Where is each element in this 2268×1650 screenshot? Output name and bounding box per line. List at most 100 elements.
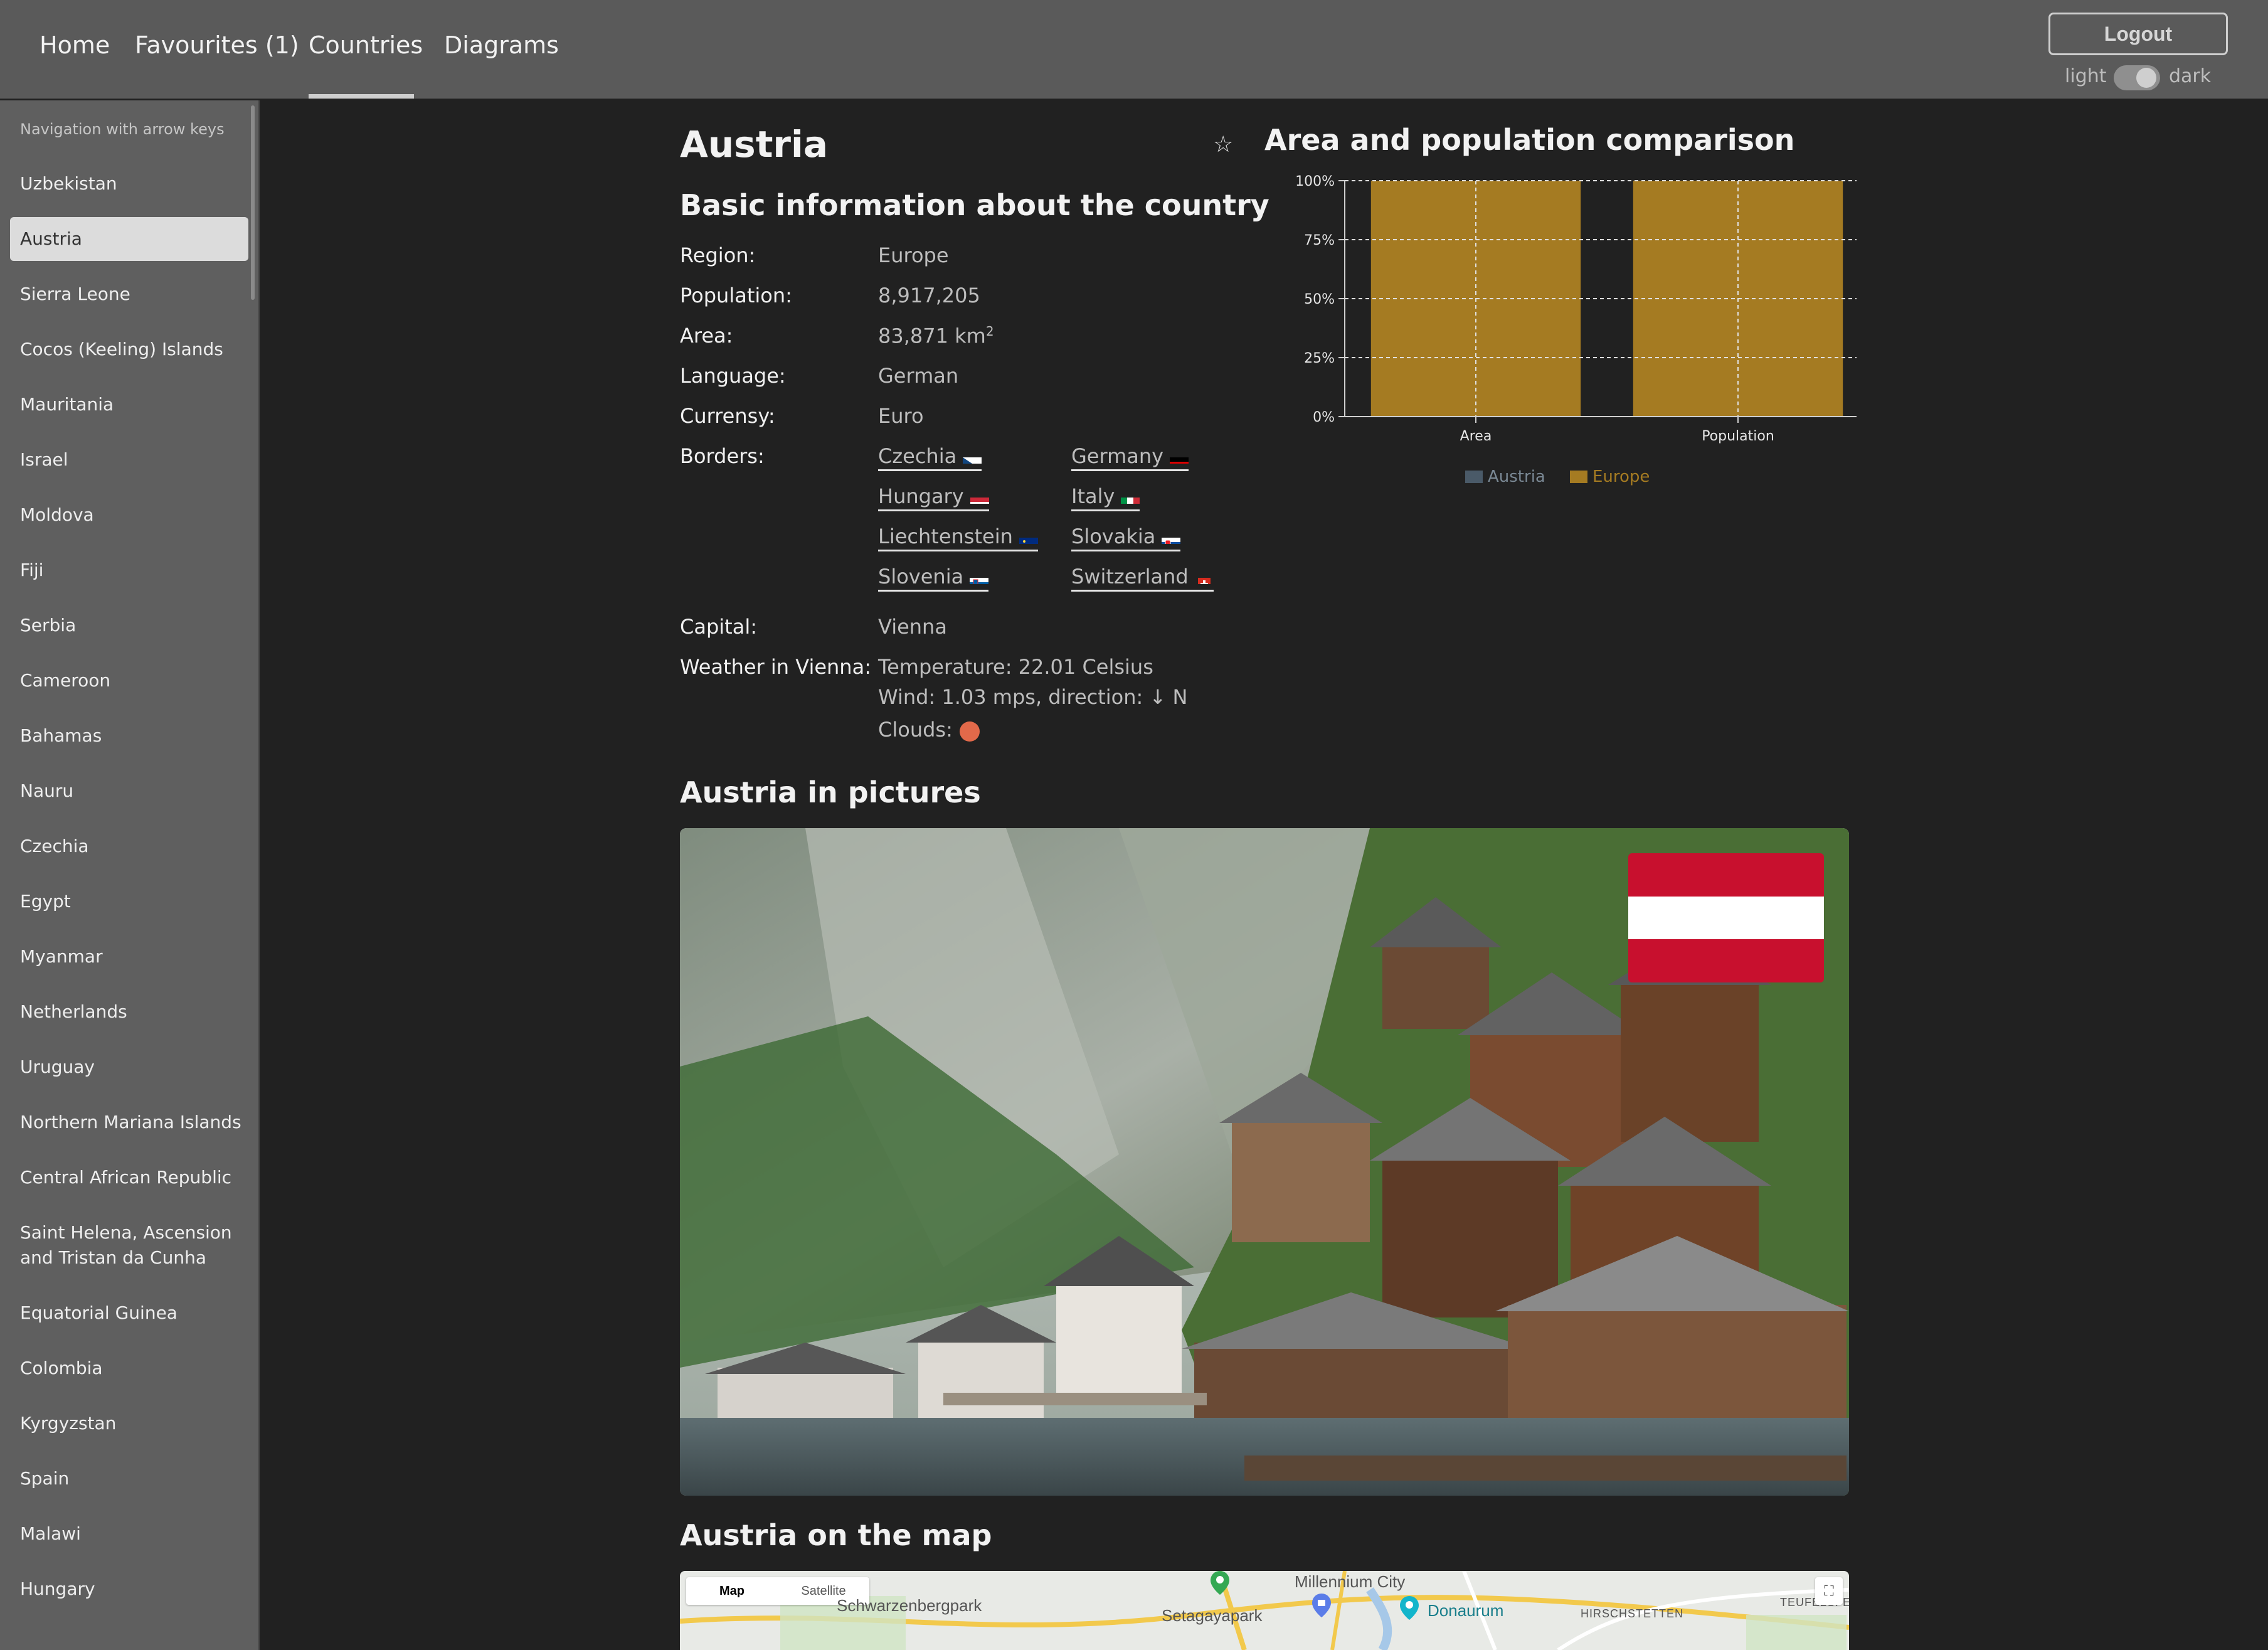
border-link-czechia[interactable]: Czechia (878, 444, 982, 471)
chart-legend-label: Austria (1488, 467, 1545, 486)
hungary-flag-icon (970, 491, 989, 504)
attraction-pin-icon[interactable] (1400, 1596, 1419, 1620)
sidebar-item-austria[interactable]: Austria (10, 217, 248, 261)
border-link-liechtenstein[interactable]: Liechtenstein (878, 524, 1038, 551)
sidebar-item-colombia[interactable]: Colombia (10, 1346, 248, 1390)
austria-flag-image (1628, 853, 1824, 982)
area-value: 83,871 km2 (878, 324, 994, 348)
map-label: Donaurum (1428, 1601, 1504, 1620)
basic-info-heading: Basic information about the country (680, 188, 1269, 222)
chart-y-tick-label: 50% (1304, 292, 1335, 307)
sidebar-item-equatorial-guinea[interactable]: Equatorial Guinea (10, 1291, 248, 1335)
chart-y-tick-label: 0% (1313, 410, 1335, 425)
sidebar-item-egypt[interactable]: Egypt (10, 880, 248, 923)
border-link-slovenia[interactable]: Slovenia (878, 565, 989, 592)
capital-value: Vienna (878, 615, 947, 639)
language-label: Language: (680, 364, 786, 388)
map-label: Schwarzenbergpark (837, 1596, 982, 1615)
map-label: Setagayapark (1162, 1606, 1263, 1625)
map-label: HIRSCHSTETTEN (1581, 1607, 1684, 1620)
sidebar-item-hungary[interactable]: Hungary (10, 1567, 248, 1611)
sidebar-hint: Navigation with arrow keys (20, 120, 225, 138)
border-link-germany[interactable]: Germany (1071, 444, 1189, 471)
sidebar-item-cameroon[interactable]: Cameroon (10, 659, 248, 703)
sidebar-item-nauru[interactable]: Nauru (10, 769, 248, 813)
border-link-italy[interactable]: Italy (1071, 484, 1140, 511)
country-map[interactable]: Map Satellite Schwarzenbergpark Setagaya… (680, 1571, 1849, 1650)
sidebar-item-northern-mariana-islands[interactable]: Northern Mariana Islands (10, 1100, 248, 1144)
borders-label: Borders: (680, 444, 765, 468)
tab-favourites[interactable]: Favourites (1) (135, 31, 299, 59)
sidebar-item-czechia[interactable]: Czechia (10, 824, 248, 868)
region-label: Region: (680, 243, 756, 267)
clouds-indicator-icon (960, 721, 980, 742)
sidebar-item-sierra-leone[interactable]: Sierra Leone (10, 272, 248, 316)
liechtenstein-flag-icon (1019, 531, 1038, 544)
switzerland-flag-icon (1195, 572, 1214, 584)
chart-x-tick-label: Area (1460, 428, 1492, 444)
logout-button[interactable]: Logout (2048, 13, 2228, 55)
border-name: Slovakia (1071, 524, 1156, 548)
currency-label: Currensy: (680, 404, 775, 428)
sidebar-item-spain[interactable]: Spain (10, 1457, 248, 1501)
chart-legend-label: Europe (1592, 467, 1650, 486)
sidebar-item-saint-helena-ascension-and-tristan-da-cunha[interactable]: Saint Helena, Ascension and Tristan da C… (10, 1211, 248, 1280)
sidebar-item-central-african-republic[interactable]: Central African Republic (10, 1156, 248, 1200)
sidebar-item-fiji[interactable]: Fiji (10, 548, 248, 592)
top-navbar: Home Favourites (1) Countries Diagrams L… (0, 0, 2268, 99)
slovenia-flag-icon (970, 572, 989, 584)
fullscreen-icon[interactable]: ⛶ (1815, 1577, 1843, 1605)
chart-y-tick-label: 25% (1304, 351, 1335, 366)
sidebar-item-cocos-keeling-islands[interactable]: Cocos (Keeling) Islands (10, 327, 248, 371)
weather-clouds-label: Clouds: (878, 718, 953, 742)
theme-light-label: light (2065, 65, 2107, 87)
slovakia-flag-icon (1162, 531, 1181, 544)
border-name: Germany (1071, 444, 1164, 468)
sidebar-item-mauritania[interactable]: Mauritania (10, 383, 248, 427)
tab-home[interactable]: Home (40, 31, 110, 59)
sidebar-item-kyrgyzstan[interactable]: Kyrgyzstan (10, 1402, 248, 1445)
population-value: 8,917,205 (878, 284, 980, 307)
tab-diagrams[interactable]: Diagrams (444, 31, 559, 59)
map-type-map-button[interactable]: Map (686, 1577, 778, 1605)
map-heading: Austria on the map (680, 1518, 992, 1552)
chart-legend-swatch (1465, 471, 1483, 483)
italy-flag-icon (1121, 491, 1140, 504)
theme-dark-label: dark (2169, 65, 2212, 87)
chart-legend-swatch (1570, 471, 1587, 483)
chart-y-tick-label: 100% (1295, 174, 1335, 189)
map-label: Millennium City (1295, 1572, 1406, 1591)
sidebar-item-netherlands[interactable]: Netherlands (10, 990, 248, 1034)
sidebar-item-uzbekistan[interactable]: Uzbekistan (10, 162, 248, 206)
weather-temperature: Temperature: 22.01 Celsius (878, 655, 1153, 679)
shopping-pin-icon[interactable] (1312, 1594, 1331, 1617)
sidebar-item-israel[interactable]: Israel (10, 438, 248, 482)
map-pin-icon[interactable] (1211, 1571, 1229, 1595)
region-value: Europe (878, 243, 949, 267)
tab-countries[interactable]: Countries (309, 31, 423, 59)
sidebar-item-malawi[interactable]: Malawi (10, 1512, 248, 1556)
sidebar-item-uruguay[interactable]: Uruguay (10, 1045, 248, 1089)
area-number: 83,871 km (878, 324, 986, 348)
language-value: German (878, 364, 959, 388)
pictures-heading: Austria in pictures (680, 775, 981, 809)
czechia-flag-icon (963, 451, 982, 464)
capital-label: Capital: (680, 615, 757, 639)
sidebar-item-serbia[interactable]: Serbia (10, 604, 248, 647)
chart-x-tick-label: Population (1702, 428, 1774, 444)
border-link-switzerland[interactable]: Switzerland (1071, 565, 1214, 592)
border-name: Switzerland (1071, 565, 1189, 588)
border-name: Italy (1071, 484, 1115, 508)
border-name: Hungary (878, 484, 964, 508)
border-link-hungary[interactable]: Hungary (878, 484, 989, 511)
country-sidebar: Navigation with arrow keys Uzbekistan Aus… (0, 100, 260, 1650)
toggle-knob (2136, 68, 2156, 88)
sidebar-item-moldova[interactable]: Moldova (10, 493, 248, 537)
favourite-star-icon[interactable]: ☆ (1213, 132, 1233, 157)
sidebar-item-bahamas[interactable]: Bahamas (10, 714, 248, 758)
border-link-slovakia[interactable]: Slovakia (1071, 524, 1181, 551)
sidebar-item-myanmar[interactable]: Myanmar (10, 935, 248, 979)
sidebar-scrollbar[interactable] (251, 105, 255, 300)
chart-title: Area and population comparison (1264, 123, 1795, 157)
theme-toggle[interactable] (2114, 65, 2160, 90)
